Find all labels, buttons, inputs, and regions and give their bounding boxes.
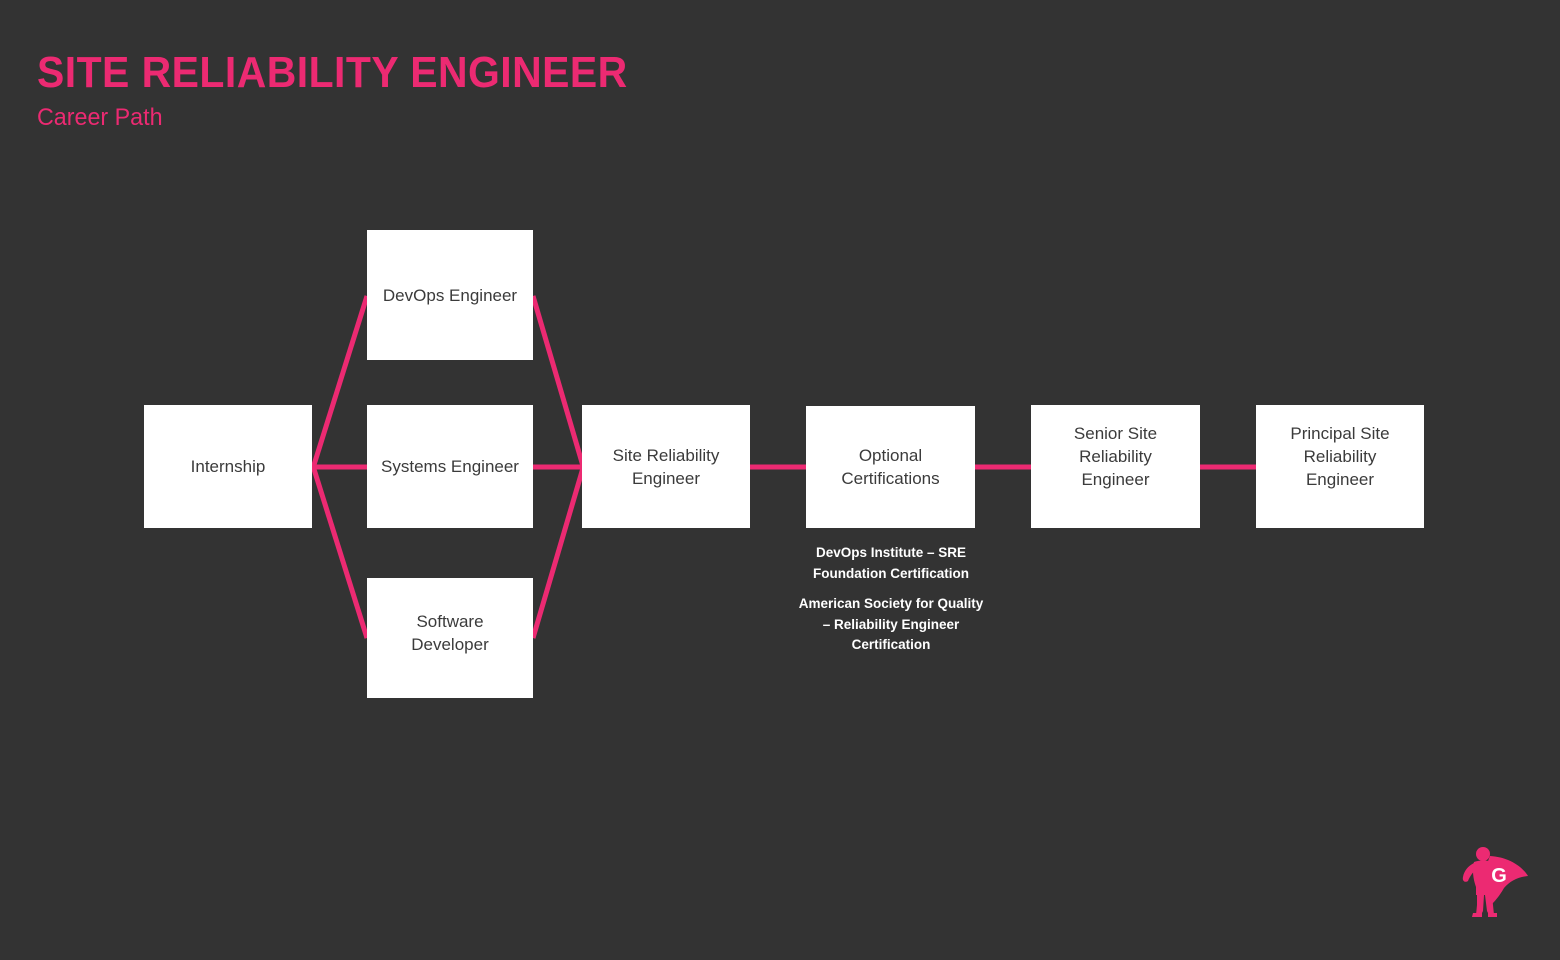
node-devops-engineer-label: DevOps Engineer	[382, 285, 518, 305]
node-software-developer[interactable]: Software Developer	[367, 578, 533, 698]
node-principal-site-reliability-engineer-label: Principal Site Reliability Engineer	[1290, 424, 1390, 489]
edge-devops-sre	[530, 295, 586, 467]
node-senior-site-reliability-engineer[interactable]: Senior Site Reliability Engineer	[1031, 405, 1200, 528]
node-devops-engineer[interactable]: DevOps Engineer	[367, 230, 533, 360]
node-systems-engineer[interactable]: Systems Engineer	[367, 405, 533, 528]
node-internship-label: Internship	[190, 457, 266, 476]
superhero-logo: G	[1462, 847, 1528, 917]
logo-letter: G	[1491, 865, 1507, 887]
node-principal-site-reliability-engineer[interactable]: Principal Site Reliability Engineer	[1256, 405, 1424, 528]
edge-internship-software	[310, 465, 370, 639]
node-site-reliability-engineer-label: Site Reliability Engineer	[612, 445, 720, 488]
certification-item: American Society for Quality – Reliabili…	[798, 596, 984, 652]
node-optional-certifications[interactable]: Optional Certifications	[806, 406, 975, 528]
node-senior-site-reliability-engineer-label: Senior Site Reliability Engineer	[1073, 424, 1158, 489]
career-path-diagram: Internship DevOps Engineer Systems Engin…	[0, 0, 1560, 960]
edge-software-sre	[530, 467, 586, 639]
node-optional-certifications-label: Optional Certifications	[841, 446, 940, 488]
node-internship[interactable]: Internship	[144, 405, 312, 528]
edge-internship-devops	[310, 295, 370, 469]
node-systems-engineer-label: Systems Engineer	[381, 457, 519, 476]
node-software-developer-label: Software Developer	[411, 612, 489, 654]
certification-notes: DevOps Institute – SRE Foundation Certif…	[796, 543, 986, 656]
certification-item: DevOps Institute – SRE Foundation Certif…	[813, 545, 969, 581]
node-site-reliability-engineer[interactable]: Site Reliability Engineer	[582, 405, 750, 528]
